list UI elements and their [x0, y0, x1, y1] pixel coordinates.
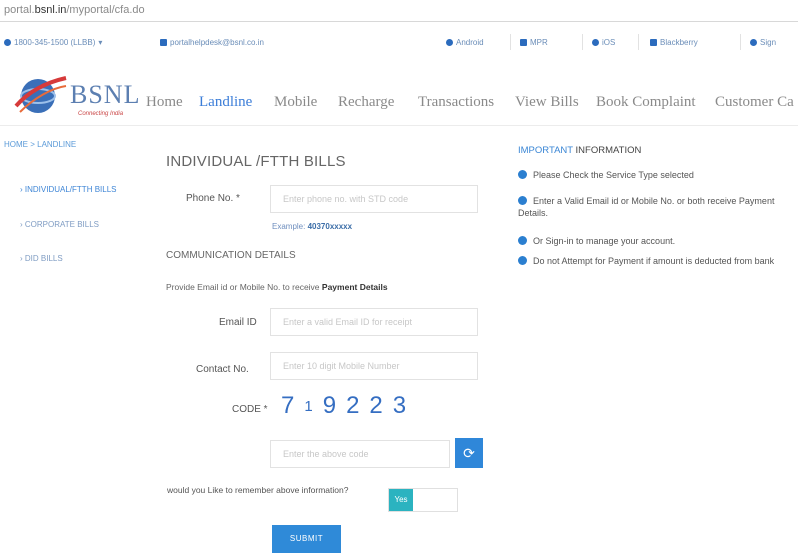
check-circle-icon	[518, 170, 527, 179]
main-nav: BSNL Connecting India Home Landline Mobi…	[0, 62, 798, 126]
nav-customer-care[interactable]: Customer Ca	[715, 94, 794, 111]
nav-transactions[interactable]: Transactions	[418, 94, 494, 111]
nav-mobile[interactable]: Mobile	[274, 94, 317, 111]
nav-home[interactable]: Home	[146, 94, 183, 111]
user-icon	[750, 39, 757, 46]
divider	[582, 34, 583, 50]
captcha-image: 719223	[281, 392, 408, 419]
link-android[interactable]: Android	[446, 38, 484, 47]
communication-heading: COMMUNICATION DETAILS	[166, 250, 296, 261]
grid-icon	[520, 39, 527, 46]
blackberry-icon	[650, 39, 657, 46]
contact-field[interactable]	[270, 352, 478, 380]
nav-recharge[interactable]: Recharge	[338, 94, 394, 111]
helpdesk-email[interactable]: portalhelpdesk@bsnl.co.in	[160, 38, 264, 47]
sidebar-item-corporate[interactable]: › CORPORATE BILLS	[20, 220, 99, 229]
link-ios[interactable]: iOS	[592, 38, 615, 47]
browser-url-bar[interactable]: portal.bsnl.in/myportal/cfa.do	[0, 0, 798, 22]
page-title: INDIVIDUAL /FTTH BILLS	[166, 153, 346, 170]
brand-tagline: Connecting India	[78, 111, 124, 117]
link-sign-in[interactable]: Sign	[750, 38, 776, 47]
breadcrumb[interactable]: HOME > LANDLINE	[4, 140, 76, 149]
brand-name: BSNL	[70, 80, 141, 109]
divider	[638, 34, 639, 50]
top-info-strip: 1800-345-1500 (LLBB) ▾ portalhelpdesk@bs…	[0, 26, 798, 62]
divider	[510, 34, 511, 50]
contact-label: Contact No.	[196, 364, 249, 375]
nav-landline[interactable]: Landline	[199, 94, 252, 111]
globe-logo-icon	[14, 76, 67, 113]
check-circle-icon	[518, 236, 527, 245]
refresh-captcha-button[interactable]: ⟳	[455, 438, 483, 468]
apple-icon	[592, 39, 599, 46]
remember-toggle[interactable]: Yes	[388, 488, 458, 512]
important-info-heading: IMPORTANT INFORMATION	[518, 145, 642, 156]
sidebar-item-did[interactable]: › DID BILLS	[20, 254, 63, 263]
remember-text: would you Like to remember above informa…	[167, 485, 349, 495]
info-item: Or Sign-in to manage your account.	[518, 235, 793, 247]
bsnl-logo[interactable]: BSNL Connecting India	[12, 72, 140, 120]
url-text[interactable]: portal.bsnl.in/myportal/cfa.do	[4, 4, 145, 16]
chevron-right-icon: ›	[20, 220, 23, 229]
captcha-input[interactable]	[270, 440, 450, 468]
chevron-right-icon: ›	[20, 254, 23, 263]
info-item: Please Check the Service Type selected	[518, 169, 793, 181]
nav-book-complaint[interactable]: Book Complaint	[596, 94, 696, 111]
phone-example: Example: 40370xxxxx	[272, 222, 353, 231]
email-label: Email ID	[219, 317, 257, 328]
link-mpr[interactable]: MPR	[520, 38, 548, 47]
phone-icon	[4, 39, 11, 46]
check-circle-icon	[518, 196, 527, 205]
envelope-icon	[160, 39, 167, 46]
link-blackberry[interactable]: Blackberry	[650, 38, 698, 47]
code-label: CODE *	[232, 404, 268, 415]
check-circle-icon	[518, 256, 527, 265]
phone-label: Phone No. *	[186, 193, 240, 204]
submit-button[interactable]: SUBMIT	[272, 525, 341, 553]
info-item: Enter a Valid Email id or Mobile No. or …	[518, 196, 775, 218]
provide-instructions: Provide Email id or Mobile No. to receiv…	[166, 282, 388, 292]
chevron-down-icon: ▾	[98, 38, 103, 47]
refresh-icon: ⟳	[463, 445, 475, 461]
phone-input[interactable]	[270, 185, 478, 213]
info-item: Do not Attempt for Payment if amount is …	[518, 255, 793, 267]
divider	[740, 34, 741, 50]
helpline-phone[interactable]: 1800-345-1500 (LLBB) ▾	[4, 38, 102, 47]
chevron-right-icon: ›	[20, 185, 23, 194]
android-icon	[446, 39, 453, 46]
toggle-knob: Yes	[389, 489, 413, 511]
email-field[interactable]	[270, 308, 478, 336]
sidebar-item-individual-ftth[interactable]: › INDIVIDUAL/FTTH BILLS	[20, 185, 116, 194]
nav-view-bills[interactable]: View Bills	[515, 94, 579, 111]
